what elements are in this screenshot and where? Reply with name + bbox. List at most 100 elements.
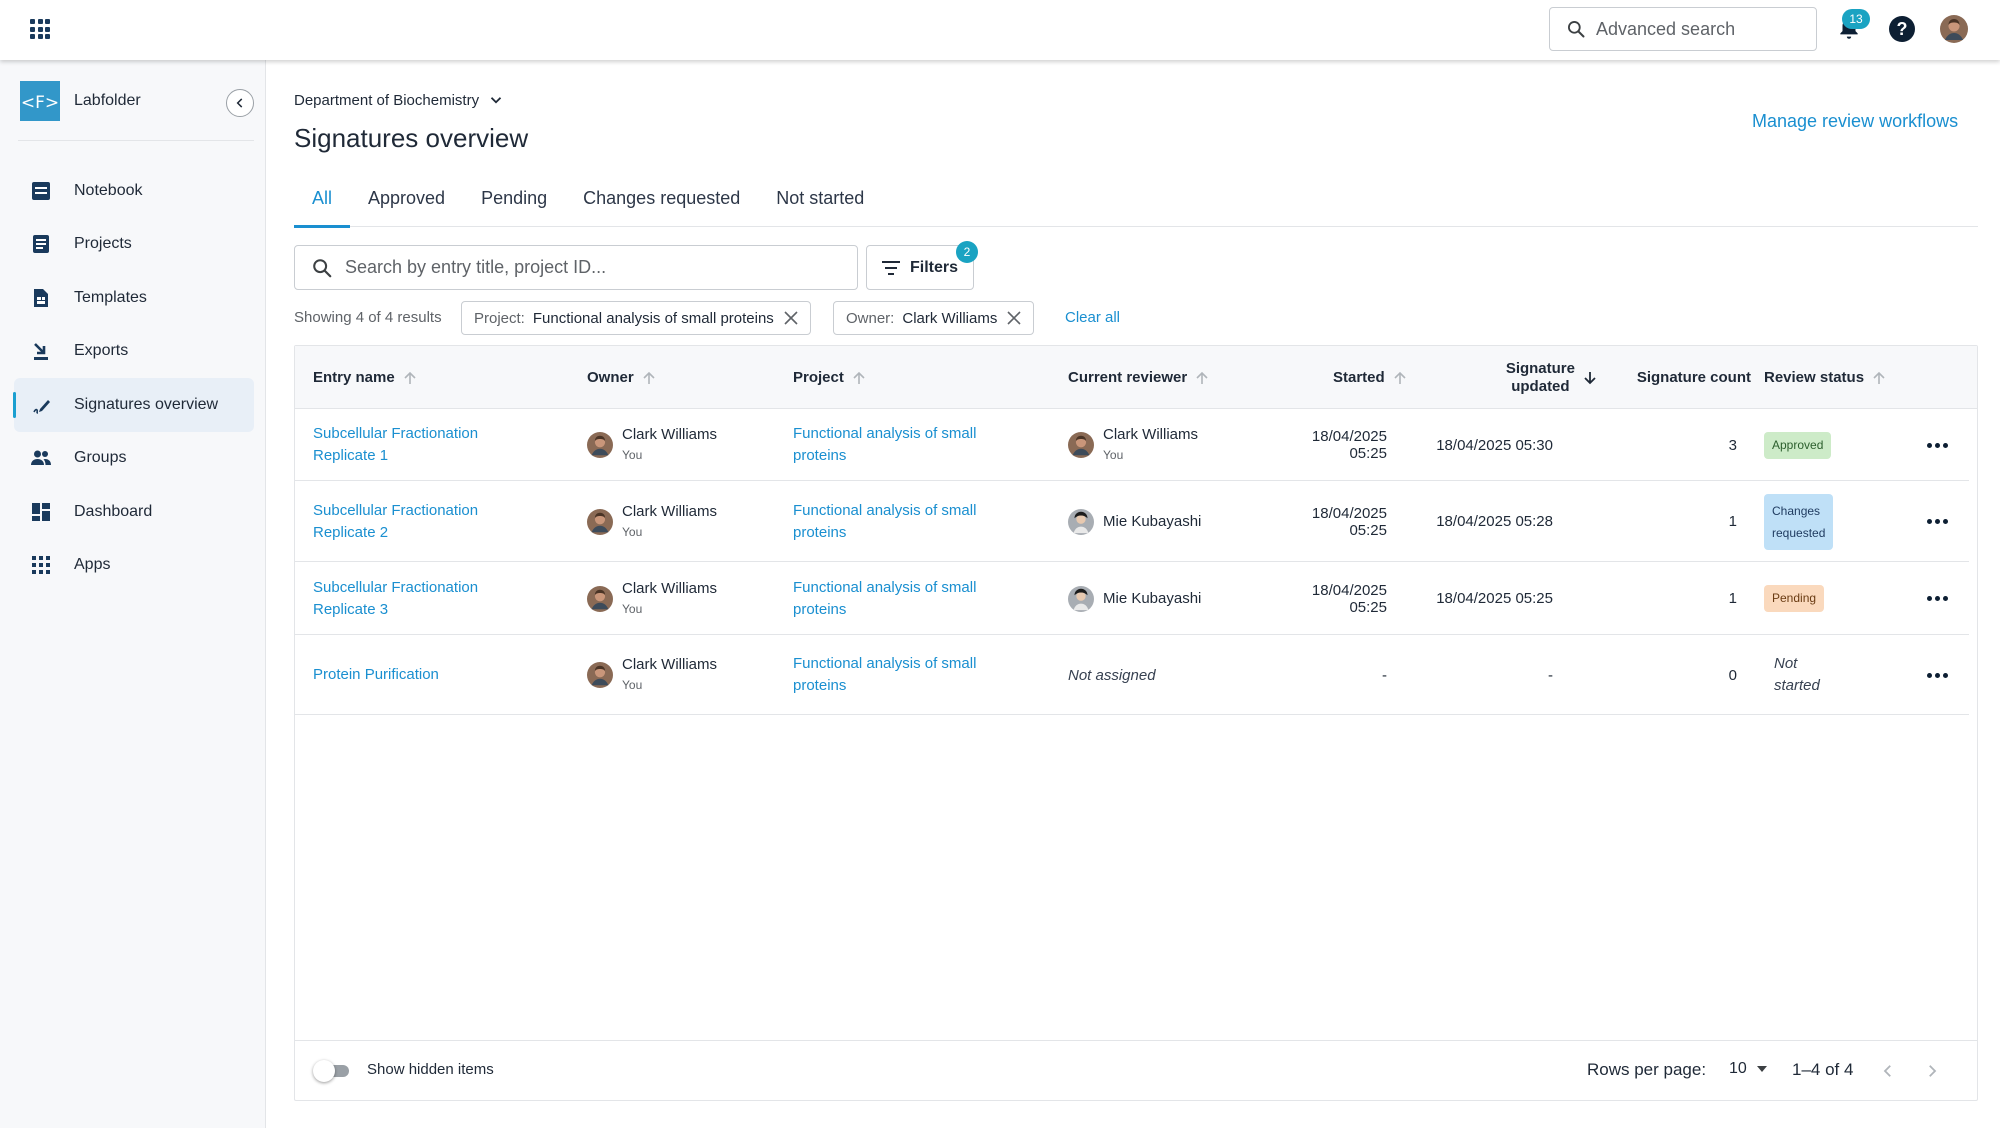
brand[interactable]: <F> Labfolder — [20, 81, 141, 121]
sidebar-item-signatures-overview[interactable]: Signatures overview — [13, 378, 254, 432]
show-hidden-toggle[interactable] — [313, 1060, 353, 1082]
more-actions-icon[interactable] — [1927, 562, 1948, 635]
signature-count-cell: 3 — [1728, 436, 1737, 454]
entry-name-cell[interactable]: Subcellular Fractionation Replicate 2 — [313, 481, 478, 562]
tab-approved[interactable]: Approved — [350, 182, 463, 227]
app-launcher-icon[interactable] — [30, 19, 50, 39]
signature-updated-cell: - — [1548, 666, 1553, 684]
arrow-up-icon — [403, 371, 417, 385]
entry-name-cell[interactable]: Subcellular Fractionation Replicate 1 — [313, 409, 478, 481]
chevron-left-icon[interactable] — [1879, 1062, 1897, 1080]
tab-not-started[interactable]: Not started — [758, 182, 882, 227]
manage-review-workflows-link[interactable]: Manage review workflows — [1752, 111, 1958, 132]
svg-text:<F>: <F> — [21, 93, 59, 113]
status-badge: Pending — [1764, 585, 1825, 612]
status-badge: Changes requested — [1764, 493, 1834, 550]
table-row[interactable]: Protein Purification Clark Williams You F… — [295, 635, 1969, 715]
sidebar-item-exports[interactable]: Exports — [14, 325, 254, 379]
column-label: Current reviewer — [1068, 369, 1188, 386]
entry-name-cell[interactable]: Protein Purification — [313, 635, 439, 715]
sidebar-item-dashboard[interactable]: Dashboard — [14, 485, 254, 539]
department-selector[interactable]: Department of Biochemistry — [294, 91, 505, 109]
rows-per-page-value: 10 — [1729, 1060, 1747, 1077]
avatar — [587, 662, 613, 688]
notebook-icon — [30, 180, 52, 202]
review-status-cell: Approved — [1764, 409, 1832, 481]
user-avatar[interactable] — [1940, 15, 1968, 43]
chip-key: Project: — [474, 309, 525, 327]
entry-search-input[interactable]: Search by entry title, project ID... — [294, 245, 858, 290]
clear-all-filters-link[interactable]: Clear all — [1065, 309, 1120, 326]
sidebar-item-notebook[interactable]: Notebook — [14, 164, 254, 218]
started-cell: 18/04/2025 05:25 — [1311, 504, 1387, 539]
tab-changes-requested[interactable]: Changes requested — [565, 182, 758, 227]
chip-key: Owner: — [846, 309, 895, 327]
reviewer-cell: Mie Kubayashi — [1068, 481, 1201, 562]
table-row[interactable]: Subcellular Fractionation Replicate 3 Cla… — [295, 562, 1969, 635]
column-label: Owner — [587, 369, 634, 386]
column-header-current-reviewer[interactable]: Current reviewer — [1068, 346, 1209, 409]
owner-you-label: You — [622, 601, 643, 616]
entry-name-cell[interactable]: Subcellular Fractionation Replicate 3 — [313, 562, 478, 635]
filter-chip-project: Project: Functional analysis of small pr… — [461, 301, 811, 335]
column-header-entry-name[interactable]: Entry name — [313, 346, 417, 409]
project-link[interactable]: Functional analysis of small proteins — [793, 577, 976, 621]
avatar — [1068, 432, 1094, 458]
more-actions-icon[interactable] — [1927, 635, 1948, 715]
owner-you-label: You — [622, 448, 643, 462]
column-header-signature-updated[interactable]: Signature updated — [1485, 346, 1597, 409]
column-header-signature-count[interactable]: Signature count — [1617, 346, 1751, 409]
brand-name: Labfolder — [74, 92, 141, 109]
owner-name: Clark Williams — [622, 426, 717, 443]
rows-per-page-select[interactable]: 10 — [1729, 1060, 1769, 1078]
arrow-down-icon — [1583, 371, 1597, 385]
table-row[interactable]: Subcellular Fractionation Replicate 1 Cla… — [295, 409, 1969, 481]
project-cell[interactable]: Functional analysis of small proteins — [793, 562, 976, 635]
department-name: Department of Biochemistry — [294, 91, 480, 109]
project-link[interactable]: Functional analysis of small proteins — [793, 653, 976, 697]
caret-down-icon — [1756, 1066, 1767, 1072]
tab-pending[interactable]: Pending — [463, 182, 565, 227]
more-actions-icon[interactable] — [1927, 481, 1948, 562]
close-icon[interactable] — [1007, 311, 1021, 325]
column-header-project[interactable]: Project — [793, 346, 866, 409]
entry-name-link[interactable]: Subcellular Fractionation Replicate 1 — [313, 423, 478, 467]
collapse-sidebar-button[interactable] — [226, 89, 254, 117]
column-label: Signature count — [1636, 369, 1751, 386]
table-row[interactable]: Subcellular Fractionation Replicate 2 Cla… — [295, 481, 1969, 562]
reviewer-cell: Not assigned — [1068, 666, 1156, 684]
chevron-right-icon[interactable] — [1923, 1062, 1941, 1080]
more-actions-icon[interactable] — [1927, 409, 1948, 481]
sidebar-item-groups[interactable]: Groups — [14, 432, 254, 486]
advanced-search-field[interactable]: Advanced search — [1549, 7, 1817, 51]
table-header: Entry name Owner Project Current reviewe… — [295, 346, 1977, 409]
reviewer-you-label: You — [1103, 448, 1124, 462]
close-icon[interactable] — [784, 311, 798, 325]
chip-value: Functional analysis of small proteins — [532, 309, 774, 327]
project-link[interactable]: Functional analysis of small proteins — [793, 500, 976, 544]
project-cell[interactable]: Functional analysis of small proteins — [793, 481, 976, 562]
column-header-started[interactable]: Started — [1333, 346, 1407, 409]
entry-name-link[interactable]: Protein Purification — [313, 664, 439, 686]
sidebar-item-templates[interactable]: Templates — [14, 271, 254, 325]
tab-all[interactable]: All — [294, 182, 351, 228]
column-header-review-status[interactable]: Review status — [1764, 346, 1886, 409]
project-link[interactable]: Functional analysis of small proteins — [793, 423, 976, 467]
project-cell[interactable]: Functional analysis of small proteins — [793, 409, 976, 481]
templates-icon — [30, 287, 52, 309]
sidebar-item-projects[interactable]: Projects — [14, 218, 254, 272]
project-line: proteins — [793, 677, 847, 694]
results-count: Showing 4 of 4 results — [294, 309, 442, 326]
project-cell[interactable]: Functional analysis of small proteins — [793, 635, 976, 715]
column-header-owner[interactable]: Owner — [587, 346, 656, 409]
entry-name-link[interactable]: Subcellular Fractionation Replicate 3 — [313, 577, 478, 621]
entry-name-line: Subcellular Fractionation — [313, 425, 479, 442]
help-icon[interactable]: ? — [1889, 16, 1915, 42]
entry-name-link[interactable]: Subcellular Fractionation Replicate 2 — [313, 500, 478, 544]
avatar — [587, 585, 613, 612]
status-line: Changes — [1772, 503, 1821, 518]
sidebar-item-label: Groups — [74, 449, 127, 467]
entry-name-line: Subcellular Fractionation — [313, 578, 479, 596]
sidebar-item-apps[interactable]: Apps — [14, 539, 254, 593]
show-hidden-label: Show hidden items — [367, 1061, 494, 1078]
